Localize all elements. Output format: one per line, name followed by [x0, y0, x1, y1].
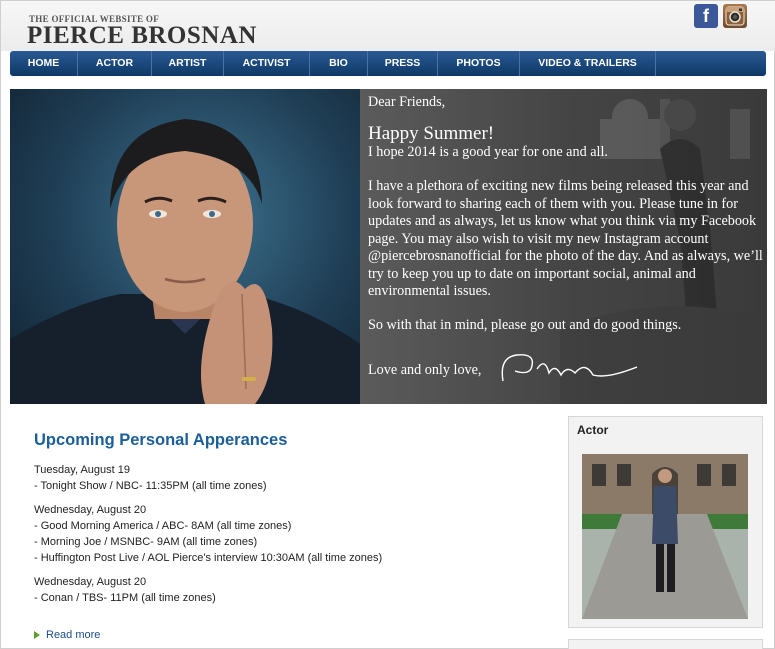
letter-closing: So with that in mind, please go out and … [368, 316, 682, 333]
nav-bio[interactable]: BIO [310, 51, 368, 76]
sidebar-actor-box: Actor [568, 416, 763, 628]
appearance-item: - Good Morning America / ABC- 8AM (all t… [34, 520, 292, 532]
read-more-label[interactable]: Read more [46, 629, 100, 641]
facebook-icon[interactable]: f [694, 4, 718, 28]
actor-photo[interactable] [582, 454, 748, 619]
nav-video-trailers[interactable]: VIDEO & TRAILERS [520, 51, 656, 76]
appearance-group: Tuesday, August 19 - Tonight Show / NBC-… [34, 462, 534, 494]
nav-press[interactable]: PRESS [368, 51, 438, 76]
nav-artist[interactable]: ARTIST [152, 51, 224, 76]
appearance-group: Wednesday, August 20 - Conan / TBS- 11PM… [34, 574, 534, 606]
appearances-section: Upcoming Personal Apperances Tuesday, Au… [34, 431, 534, 614]
appearance-item: - Conan / TBS- 11PM (all time zones) [34, 592, 216, 604]
appearances-title[interactable]: Upcoming Personal Apperances [34, 431, 534, 450]
appearance-item: - Morning Joe / MSNBC- 9AM (all time zon… [34, 536, 258, 548]
logo-title[interactable]: PIERCE BROSNAN [27, 22, 257, 50]
nav-actor[interactable]: ACTOR [78, 51, 152, 76]
nav-photos[interactable]: PHOTOS [438, 51, 520, 76]
site-header: THE OFFICIAL WEBSITE OF PIERCE BROSNAN f [1, 1, 775, 51]
letter-line: I hope 2014 is a good year for one and a… [368, 143, 608, 160]
portrait-photo [10, 89, 360, 404]
appearance-date: Wednesday, August 20 [34, 576, 147, 588]
main-nav: HOME ACTOR ARTIST ACTIVIST BIO PRESS PHO… [10, 51, 766, 76]
letter-greeting: Dear Friends, [368, 94, 446, 110]
nav-activist[interactable]: ACTIVIST [224, 51, 310, 76]
appearance-date: Wednesday, August 20 [34, 504, 147, 516]
sidebar-next-box [568, 639, 763, 649]
appearance-group: Wednesday, August 20 - Good Morning Amer… [34, 502, 534, 566]
arrow-right-icon [34, 631, 40, 639]
appearance-item: - Huffington Post Live / AOL Pierce's in… [34, 552, 383, 564]
social-links: f [694, 4, 747, 28]
letter-signoff: Love and only love, [368, 349, 764, 393]
nav-home[interactable]: HOME [10, 51, 78, 76]
letter-headline: Happy Summer! [368, 122, 495, 144]
welcome-letter: Dear Friends, Happy Summer! I hope 2014 … [360, 89, 767, 404]
letter-body: I have a plethora of exciting new films … [368, 178, 763, 299]
sidebar-title: Actor [577, 423, 609, 437]
page-frame: THE OFFICIAL WEBSITE OF PIERCE BROSNAN f… [0, 0, 775, 649]
signature-image [497, 349, 647, 393]
appearance-item: - Tonight Show / NBC- 11:35PM (all time … [34, 480, 267, 492]
instagram-icon[interactable] [723, 4, 747, 28]
appearance-date: Tuesday, August 19 [34, 464, 131, 476]
hero-banner: Dear Friends, Happy Summer! I hope 2014 … [10, 89, 767, 404]
read-more-link[interactable]: Read more [34, 629, 100, 641]
